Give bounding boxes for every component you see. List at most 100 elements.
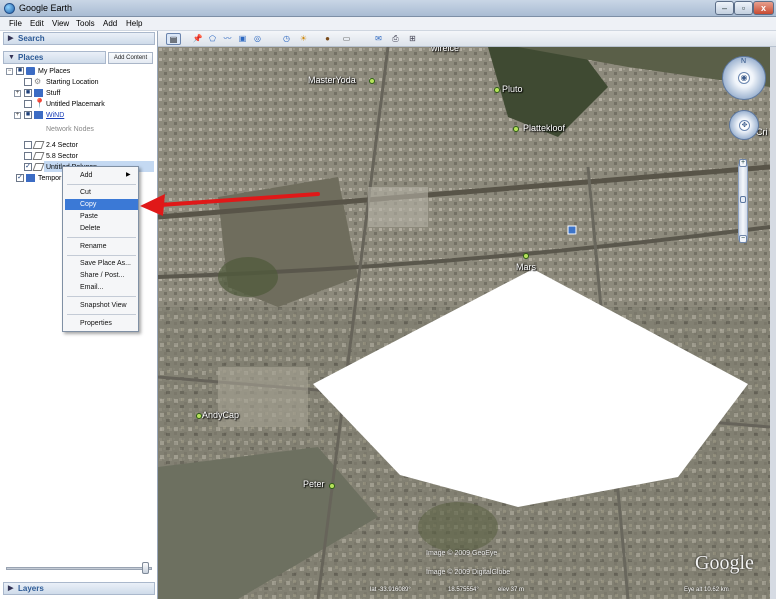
map-label-andycap[interactable]: AndyCap — [202, 410, 239, 420]
tree-checkbox-my-places[interactable]: ■ — [16, 67, 24, 75]
minimize-button[interactable]: – — [715, 1, 734, 15]
placemark-icon[interactable]: 📌 — [191, 33, 204, 45]
map-view[interactable]: wireice MasterYoda Pluto Plattekloof Mar… — [158, 47, 770, 599]
status-longitude: 18.575554° — [448, 587, 479, 593]
tree-item-wind[interactable]: WiND — [46, 110, 64, 121]
tree-checkbox-wind[interactable]: ■ — [24, 111, 32, 119]
window-title: Google Earth — [19, 3, 73, 13]
path-icon[interactable]: 〰 — [221, 33, 234, 45]
map-label-pluto[interactable]: Pluto — [502, 84, 523, 94]
ruler-icon[interactable]: ▭ — [340, 33, 353, 45]
menu-item-email[interactable]: Email... — [65, 282, 138, 293]
sidebar-toggle-icon[interactable]: ▤ — [166, 33, 181, 45]
tree-checkbox-untitled-placemark[interactable] — [24, 100, 32, 108]
menu-item-delete[interactable]: Delete — [65, 223, 138, 234]
view-in-maps-icon[interactable]: ⊞ — [406, 33, 419, 45]
menu-item-rename[interactable]: Rename — [65, 241, 138, 252]
add-content-button[interactable]: Add Content — [108, 52, 153, 64]
map-label-peter[interactable]: Peter — [303, 479, 325, 489]
move-joystick[interactable]: ✥ — [729, 110, 759, 140]
email-icon[interactable]: ✉ — [372, 33, 385, 45]
toolbar: ▤ 📌 ⬠ 〰 ▣ ◎ ◷ ☀ ● ▭ ✉ ⎙ ⊞ — [158, 31, 776, 47]
historical-imagery-icon[interactable]: ◷ — [280, 33, 293, 45]
search-panel-header[interactable]: ▶ Search — [3, 32, 155, 45]
overlay-icon[interactable]: ▣ — [236, 33, 249, 45]
maximize-button[interactable]: ▫ — [734, 1, 753, 15]
menu-separator — [67, 184, 136, 185]
placemark-pin-icon[interactable] — [329, 483, 335, 489]
menu-file[interactable]: File — [9, 19, 22, 28]
layers-panel-label: Layers — [18, 584, 44, 593]
menu-bar: File Edit View Tools Add Help — [0, 17, 776, 31]
menu-item-copy[interactable]: Copy — [65, 199, 138, 210]
title-bar: Google Earth – ▫ x — [0, 0, 776, 17]
places-panel-label: Places — [18, 53, 44, 62]
print-icon[interactable]: ⎙ — [389, 33, 402, 45]
menu-item-snapshot-view[interactable]: Snapshot View — [65, 300, 138, 311]
folder-icon — [26, 174, 35, 182]
tree-item-starting-location[interactable]: Starting Location — [46, 77, 99, 88]
zoom-slider-thumb[interactable] — [740, 196, 746, 203]
look-joystick[interactable]: ◉ N — [722, 56, 766, 100]
tree-expander[interactable]: + — [14, 112, 21, 119]
tree-checkbox-2-4-sector[interactable] — [24, 141, 32, 149]
north-n-icon: N — [741, 58, 747, 65]
tree-item-2-4-sector[interactable]: 2.4 Sector — [46, 140, 78, 151]
tree-checkbox-5-8-sector[interactable] — [24, 152, 32, 160]
placemark-pin-icon[interactable] — [494, 87, 500, 93]
planets-icon[interactable]: ● — [321, 33, 334, 45]
menu-item-properties[interactable]: Properties — [65, 318, 138, 329]
menu-view[interactable]: View — [52, 19, 69, 28]
expand-arrow-icon: ▶ — [8, 585, 14, 592]
map-label-mars[interactable]: Mars — [516, 262, 536, 272]
google-earth-icon — [4, 3, 15, 14]
folder-icon — [34, 89, 43, 97]
menu-item-share-post[interactable]: Share / Post... — [65, 270, 138, 281]
map-label-wireice[interactable]: wireice — [431, 47, 459, 53]
record-tour-icon[interactable]: ◎ — [251, 33, 264, 45]
placemark-pin-icon[interactable] — [196, 413, 202, 419]
folder-icon — [34, 111, 43, 119]
polygon-icon[interactable]: ⬠ — [206, 33, 219, 45]
map-label-masteryoda[interactable]: MasterYoda — [308, 75, 356, 85]
tree-expander[interactable]: + — [14, 90, 21, 97]
map-scrollbar[interactable] — [770, 47, 776, 599]
status-latitude: lat -33.916089° — [370, 587, 411, 593]
transparency-slider-track[interactable] — [6, 567, 152, 570]
placemark-pin-icon[interactable] — [369, 78, 375, 84]
zoom-in-button[interactable]: + — [739, 159, 747, 167]
menu-item-save-place-as[interactable]: Save Place As... — [65, 258, 138, 269]
menu-edit[interactable]: Edit — [30, 19, 44, 28]
search-panel-label: Search — [18, 34, 45, 43]
tree-item-my-places[interactable]: My Places — [38, 66, 70, 77]
close-button[interactable]: x — [753, 1, 774, 15]
tree-checkbox-temporary[interactable]: ✓ — [16, 174, 24, 182]
tree-expander[interactable]: − — [6, 68, 13, 75]
layers-panel-header[interactable]: ▶ Layers — [3, 582, 155, 595]
tree-item-stuff[interactable]: Stuff — [46, 88, 60, 99]
placemark-pin-icon[interactable] — [513, 126, 519, 132]
tree-item-temporary-places[interactable]: Tempor — [38, 173, 61, 184]
sunlight-icon[interactable]: ☀ — [297, 33, 310, 45]
places-panel-header[interactable]: ▼ Places — [3, 51, 106, 64]
tree-checkbox-untitled-polygon[interactable]: ✓ — [24, 163, 32, 171]
menu-help[interactable]: Help — [126, 19, 142, 28]
credit-digitalglobe: Image © 2009 DigitalGlobe — [426, 569, 511, 576]
tree-checkbox-stuff[interactable]: ■ — [24, 89, 32, 97]
tree-item-network-nodes[interactable]: Network Nodes — [46, 124, 94, 135]
placemark-square-icon[interactable] — [567, 225, 577, 235]
tree-item-untitled-placemark[interactable]: Untitled Placemark — [46, 99, 105, 110]
hand-icon: ✥ — [739, 120, 750, 131]
tree-checkbox-starting-location[interactable] — [24, 78, 32, 86]
menu-item-paste[interactable]: Paste — [65, 211, 138, 222]
placemark-pin-icon[interactable] — [523, 253, 529, 259]
map-label-plattekloof[interactable]: Plattekloof — [523, 123, 565, 133]
menu-tools[interactable]: Tools — [76, 19, 95, 28]
eye-icon: ◉ — [738, 72, 750, 84]
menu-add[interactable]: Add — [103, 19, 117, 28]
zoom-out-button[interactable]: − — [739, 235, 747, 243]
menu-item-cut[interactable]: Cut — [65, 187, 138, 198]
context-menu: Add ▶ Cut Copy Paste Delete Rename Save … — [62, 166, 139, 332]
transparency-slider-thumb[interactable] — [142, 562, 149, 574]
menu-separator — [67, 296, 136, 297]
